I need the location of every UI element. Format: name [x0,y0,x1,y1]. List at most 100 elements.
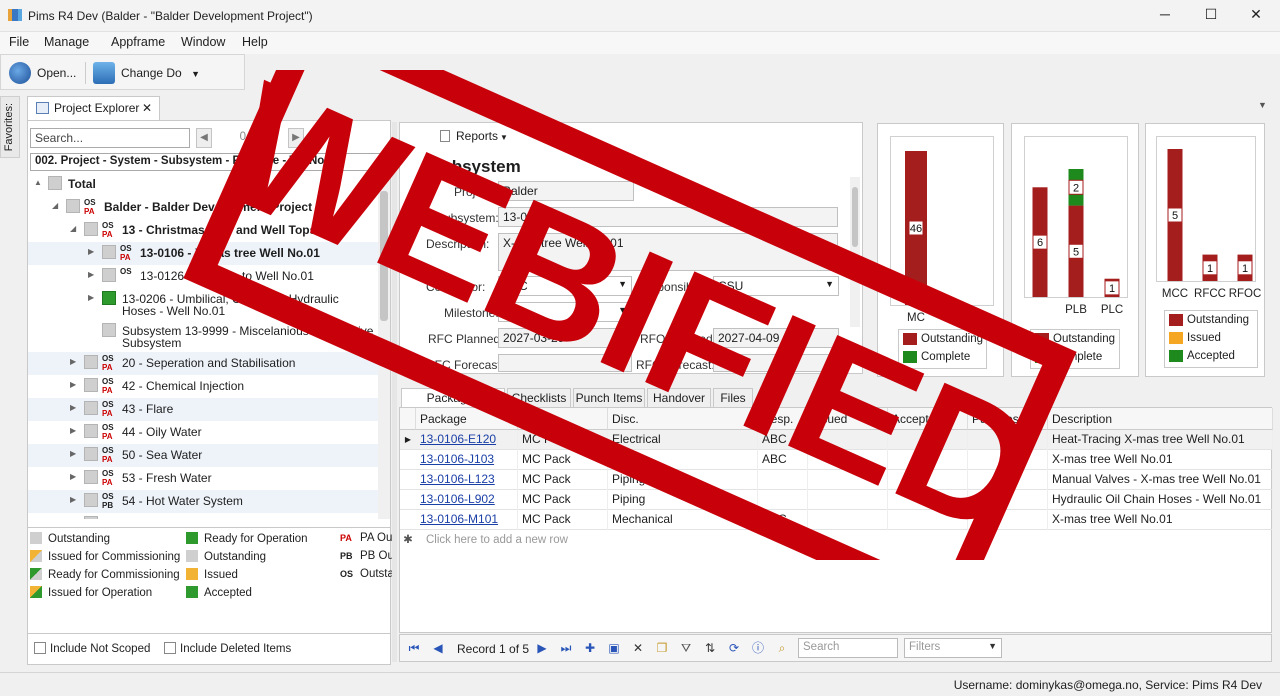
tree-node[interactable]: ▲ Total [28,173,378,196]
expand-toggle-icon[interactable]: ▲ [34,173,44,193]
table-row[interactable]: 13-0106-J103 MC Pack ABC X-mas tree Well No… [400,450,1273,470]
tab-checklists[interactable]: Checklists [507,388,571,408]
tab-handover[interactable]: Handover [647,388,711,408]
tree-node[interactable]: ◢ OS PA 13 - Christmas Tree and Well Topsid… [28,219,378,242]
table-row[interactable]: 13-0106-L902 MC Pack Piping Hydraulic Oil C… [400,490,1273,510]
package-link[interactable]: 13-0106-L123 [416,470,518,490]
form-scrollbar[interactable] [850,177,860,327]
table-row[interactable]: ▶ 13-0106-E120 MC Pack Electrical ABC Heat-Tr… [400,430,1273,450]
tree-node[interactable]: ▶ OS PA 20 - Seperation and Stabilisation [28,352,378,375]
column-header[interactable]: Package [416,408,518,430]
panel-splitter[interactable] [392,122,397,662]
scrollbar-thumb[interactable] [380,191,388,321]
open-button[interactable]: Open... [7,61,76,85]
column-header[interactable]: Description [1048,408,1273,430]
package-link[interactable]: 13-0106-L902 [416,490,518,510]
tab-files[interactable]: Files [713,388,753,408]
package-link[interactable]: 13-0106-E120 [416,430,518,450]
tree-node[interactable]: ▶ 13-0206 - Umbilical, Chemical, Hydrauli… [28,288,378,320]
rfc-forecast-field[interactable] [498,354,632,372]
column-header[interactable]: Type [518,408,608,430]
prev-record-icon[interactable]: ◀ [430,640,446,656]
column-header[interactable]: Issued [808,408,888,430]
hierarchy-select[interactable]: 002. Project - System - Subsystem - Pack… [30,153,388,171]
description-field[interactable]: X-mas tree Well No.01 [498,233,838,271]
expand-toggle-icon[interactable]: ▶ [70,421,80,441]
next-result-button[interactable]: ▶ [288,128,304,148]
column-header[interactable]: Disc. [608,408,758,430]
menu-window[interactable]: Window [181,35,225,49]
filter-icon[interactable]: ⛛ [678,640,694,656]
expand-toggle-icon[interactable]: ▶ [88,265,98,285]
reports-menu[interactable]: Reports ▼ [440,129,508,143]
info-icon[interactable]: ⓘ [750,640,766,656]
delete-icon[interactable]: ✕ [630,640,646,656]
tab-packages[interactable]: Packages [401,388,505,408]
navigator-search-input[interactable]: Search [798,638,898,658]
expand-toggle-icon[interactable]: ▶ [70,352,80,372]
scrollbar-thumb[interactable] [852,187,858,247]
expand-toggle-icon[interactable]: ◢ [70,219,80,239]
package-link[interactable]: 13-0106-J103 [416,450,518,470]
menu-help[interactable]: Help [242,35,268,49]
milestone-select[interactable]: Sea ▼ [498,302,632,322]
column-header[interactable]: Punches [968,408,1048,430]
change-domain-button[interactable]: Change Do ▼ [91,61,200,85]
close-icon[interactable]: ✕ [142,97,152,119]
copy-icon[interactable]: ❐ [654,640,670,656]
expand-toggle-icon[interactable]: ▶ [70,513,80,519]
table-row[interactable]: 13-0106-M101 MC Pack Mechanical ABC X-mas tr… [400,510,1273,530]
contractor-select[interactable]: ABC ▼ [498,276,632,296]
rfo-planned-field[interactable]: 2027-04-09 [713,328,839,348]
panel-menu-chevron-icon[interactable]: ▼ [1258,100,1267,110]
expand-toggle-icon[interactable]: ▶ [70,375,80,395]
tree-node[interactable]: ▶ OS PA 42 - Chemical Injection [28,375,378,398]
checkbox-box[interactable] [34,642,46,654]
menu-file[interactable]: File [9,35,29,49]
expand-toggle-icon[interactable]: ▶ [88,288,98,308]
expand-toggle-icon[interactable]: ▶ [70,444,80,464]
tree-node[interactable]: Subsystem 13-9999 - Miscelanious - Exces… [28,320,378,352]
expand-toggle-icon[interactable]: ▶ [70,398,80,418]
column-header[interactable]: Accepted [888,408,968,430]
next-record-icon[interactable]: ▶ [534,640,550,656]
tab-punch-items[interactable]: Punch Items [573,388,645,408]
package-link[interactable]: 13-0106-M101 [416,510,518,530]
rfc-planned-field[interactable]: 2027-03-29 [498,328,632,348]
close-button[interactable]: ✕ [1233,6,1279,26]
tree-node[interactable]: ▶ OS PA 50 - Sea Water [28,444,378,467]
prev-result-button[interactable]: ◀ [196,128,212,148]
find-icon[interactable]: ⌕ [774,640,790,656]
include-deleted-checkbox[interactable]: Include Deleted Items [164,642,291,655]
responsible-select[interactable]: CSU ▼ [713,276,839,296]
project-tree[interactable]: ▲ Total ◢ OS PA Balder - Balder Development P… [28,173,378,519]
expand-toggle-icon[interactable]: ▶ [88,242,98,262]
tree-node[interactable]: ▶ 55 - Steam [28,513,378,519]
column-header[interactable]: Resp. [758,408,808,430]
tree-node[interactable]: ▶ OS PA 43 - Flare [28,398,378,421]
last-record-icon[interactable]: ⏭ [558,640,574,656]
checkbox-box[interactable] [164,642,176,654]
tree-node[interactable]: ◢ OS PA Balder - Balder Development Project [28,196,378,219]
first-record-icon[interactable]: ⏮ [406,640,422,656]
minimize-button[interactable]: ─ [1142,6,1188,26]
tree-node[interactable]: ▶ OS PA 53 - Fresh Water [28,467,378,490]
save-icon[interactable]: ▣ [606,640,622,656]
tree-node[interactable]: ▶ OS PB 54 - Hot Water System [28,490,378,513]
tree-node[interactable]: ▶ OS 13-0126 - Flowline to Well No.01 [28,265,378,288]
expand-toggle-icon[interactable]: ▶ [70,490,80,510]
explorer-search-input[interactable]: Search... [30,128,190,148]
tab-project-explorer[interactable]: Project Explorer ✕ [27,96,160,120]
subsystem-field[interactable]: 13-0106 [498,207,838,227]
tree-node[interactable]: ▶ OS PA 44 - Oily Water [28,421,378,444]
expand-toggle-icon[interactable]: ◢ [52,196,62,216]
menu-appframe[interactable]: Appframe [111,35,165,49]
expand-toggle-icon[interactable]: ▶ [70,467,80,487]
maximize-button[interactable]: ☐ [1188,6,1234,26]
table-row[interactable]: 13-0106-L123 MC Pack Piping Manual Valves -… [400,470,1273,490]
tree-scrollbar[interactable] [378,173,390,519]
project-field[interactable]: Balder [498,181,634,201]
add-record-icon[interactable]: ✚ [582,640,598,656]
include-not-scoped-checkbox[interactable]: Include Not Scoped [34,642,150,655]
filters-select[interactable]: Filters ▼ [904,638,1002,658]
